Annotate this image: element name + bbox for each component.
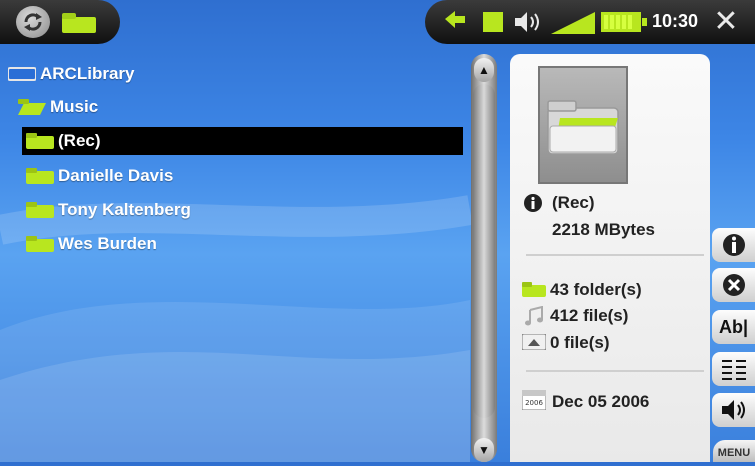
refresh-icon[interactable] xyxy=(16,6,50,38)
list-view-button[interactable] xyxy=(712,352,755,386)
info-icon xyxy=(524,194,542,212)
volume-level-icon xyxy=(551,12,595,34)
tree-item-danielle-davis[interactable]: Danielle Davis xyxy=(26,162,173,190)
info-date: Dec 05 2006 xyxy=(552,392,650,411)
folder-icon xyxy=(26,202,54,218)
battery-icon xyxy=(601,12,647,32)
tree-item-label: Tony Kaltenberg xyxy=(58,200,191,219)
menu-button[interactable]: MENU xyxy=(713,440,755,462)
info-name: (Rec) xyxy=(552,193,595,212)
tree-item-arclibrary[interactable]: ARCLibrary xyxy=(8,60,134,88)
calendar-icon: 2006 xyxy=(522,390,546,410)
folder-open-icon xyxy=(18,99,46,115)
info-folders: 43 folder(s) xyxy=(550,280,642,299)
folder-icon xyxy=(26,236,54,252)
folder-preview xyxy=(538,66,628,184)
tree-item-tony-kaltenberg[interactable]: Tony Kaltenberg xyxy=(26,196,191,224)
delete-button[interactable] xyxy=(712,268,755,302)
tree-item-label: (Rec) xyxy=(58,131,101,150)
folder-icon xyxy=(26,168,54,184)
tree-item-label: Wes Burden xyxy=(58,234,157,253)
speaker-icon xyxy=(721,400,745,420)
stop-icon xyxy=(483,12,503,32)
divider xyxy=(526,370,704,372)
library-icon xyxy=(8,67,36,81)
info-music-files: 412 file(s) xyxy=(550,306,629,325)
folder-icon xyxy=(26,133,54,149)
tree-item-label: Danielle Davis xyxy=(58,166,174,185)
divider xyxy=(526,254,704,256)
status-bar: 10:30 ✕ xyxy=(425,0,755,44)
list-icon xyxy=(721,360,746,380)
video-file-icon xyxy=(522,334,546,350)
info-icon xyxy=(722,234,745,256)
scroll-down-button[interactable]: ▼ xyxy=(474,438,494,462)
scroll-up-button[interactable]: ▲ xyxy=(474,58,494,82)
info-panel: (Rec) 2218 MBytes 43 folder(s) 412 file(… xyxy=(510,54,710,462)
tree-item-music[interactable]: Music xyxy=(18,93,98,121)
music-note-icon xyxy=(525,306,543,326)
tree-item-rec[interactable]: (Rec) xyxy=(22,127,463,155)
tree-item-label: ARCLibrary xyxy=(40,64,135,83)
volume-icon xyxy=(515,12,539,32)
delete-icon xyxy=(722,274,745,296)
rename-button[interactable]: Ab| xyxy=(712,310,755,344)
calendar-year: 2006 xyxy=(525,399,543,407)
info-video-files: 0 file(s) xyxy=(550,333,610,352)
close-button[interactable]: ✕ xyxy=(712,7,740,37)
top-bar-left xyxy=(0,0,120,44)
info-button[interactable] xyxy=(712,228,755,262)
folder-count-icon xyxy=(522,282,546,297)
tree-item-label: Music xyxy=(50,97,99,116)
scrollbar-thumb[interactable] xyxy=(473,84,495,418)
info-size: 2218 MBytes xyxy=(552,220,656,239)
volume-button[interactable] xyxy=(712,393,755,427)
clock: 10:30 xyxy=(652,11,699,31)
transfer-icon xyxy=(445,11,465,28)
tree-item-wes-burden[interactable]: Wes Burden xyxy=(26,230,157,258)
folder-icon[interactable] xyxy=(62,13,96,33)
